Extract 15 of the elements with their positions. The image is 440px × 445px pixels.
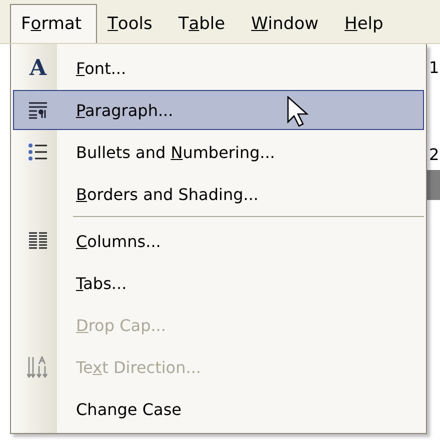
menu-item[interactable]: Tabs... [13,263,424,303]
menu-bar-item[interactable]: Format [10,4,97,43]
document-text: 2 [428,145,440,164]
menu-item[interactable]: Bullets and Numbering... [13,132,424,172]
menu-item[interactable]: Borders and Shading... [13,174,424,214]
font-icon: A [29,55,47,81]
menu-item[interactable]: Paragraph... [13,90,424,130]
document-text: 1 [428,58,440,77]
menu-bar-item[interactable]: Table [167,4,240,43]
menu-bar-item[interactable]: Window [240,4,334,43]
menu-bar-item[interactable]: Help [334,4,398,43]
menu-item[interactable]: Columns... [13,221,424,261]
menu-bar-item[interactable]: Tools [96,4,168,43]
menu-item[interactable]: A Font... [13,48,424,88]
menu-item[interactable]: Change Case [13,389,424,429]
